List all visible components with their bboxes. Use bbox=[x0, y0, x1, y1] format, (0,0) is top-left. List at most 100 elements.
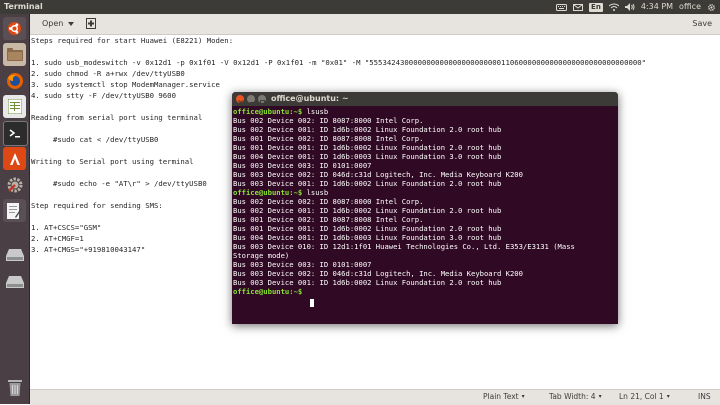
document-line: #sudo echo -e "AT\r" > /dev/ttyUSB0 bbox=[31, 179, 207, 188]
terminal-titlebar[interactable]: office@ubuntu: ~ bbox=[232, 92, 618, 106]
editor-header-bar: Open Save bbox=[30, 14, 720, 35]
terminal-line-text: Bus 003 Device 010: ID 12d1:1f01 Huawei … bbox=[233, 242, 575, 251]
document-line: 1. AT+CSCS="GSM" bbox=[31, 223, 102, 232]
document-line: 3. AT+CMGS="+919810043147" bbox=[31, 245, 146, 254]
terminal-line-text: Bus 003 Device 002: ID 046d:c31d Logitec… bbox=[233, 269, 523, 278]
document-line: 2. AT+CMGF=1 bbox=[31, 234, 84, 243]
terminal-line: office@ubuntu:~$ lsusb bbox=[233, 107, 328, 116]
cursor-position[interactable]: Ln 21, Col 1 ▾ bbox=[619, 390, 670, 404]
language-selector[interactable]: Plain Text ▾ bbox=[483, 390, 525, 404]
trash-icon[interactable] bbox=[3, 376, 26, 399]
terminal-line: Bus 002 Device 002: ID 8087:8000 Intel C… bbox=[233, 197, 423, 206]
terminal-line-text: Bus 003 Device 001: ID 1d6b:0002 Linux F… bbox=[233, 278, 502, 287]
document-line: 2. sudo chmod -R a+rwx /dev/ttyUSB0 bbox=[31, 69, 185, 78]
terminal-line: Bus 003 Device 002: ID 046d:c31d Logitec… bbox=[233, 170, 523, 179]
dash-home-icon[interactable] bbox=[3, 17, 26, 40]
firefox-icon[interactable] bbox=[3, 69, 26, 92]
terminal-line: Bus 003 Device 001: ID 1d6b:0002 Linux F… bbox=[233, 179, 501, 188]
tab-width-selector[interactable]: Tab Width: 4 ▾ bbox=[549, 390, 602, 404]
clock[interactable]: 4:34 PM bbox=[641, 0, 673, 14]
drive-icon[interactable] bbox=[3, 270, 26, 293]
terminal-line: Bus 002 Device 001: ID 1d6b:0002 Linux F… bbox=[233, 206, 501, 215]
files-icon[interactable] bbox=[3, 43, 26, 66]
terminal-line-text: Bus 003 Device 003: ID 0101:0007 bbox=[233, 161, 372, 170]
document-line: 3. sudo systemctl stop ModemManager.serv… bbox=[31, 80, 220, 89]
document-line: Writing to Serial port using terminal bbox=[31, 157, 194, 166]
terminal-line: Bus 002 Device 001: ID 1d6b:0002 Linux F… bbox=[233, 125, 501, 134]
chevron-down-icon: ▾ bbox=[598, 393, 602, 400]
terminal-line: Bus 001 Device 001: ID 1d6b:0002 Linux F… bbox=[233, 143, 501, 152]
document-line: Reading from serial port using terminal bbox=[31, 113, 203, 122]
terminal-line-text: Bus 002 Device 001: ID 1d6b:0002 Linux F… bbox=[233, 125, 502, 134]
shell-prompt: office@ubuntu:~$ bbox=[233, 287, 303, 296]
text-editor-icon[interactable] bbox=[3, 199, 26, 222]
insert-mode-indicator: INS bbox=[698, 392, 711, 401]
document-line: Step required for sending SMS: bbox=[31, 201, 163, 210]
new-document-icon bbox=[86, 14, 96, 33]
input-language-indicator[interactable]: En bbox=[589, 0, 603, 14]
terminal-output[interactable]: office@ubuntu:~$ lsusb Bus 002 Device 002… bbox=[232, 106, 618, 324]
terminal-line-text: Bus 003 Device 003: ID 0101:0007 bbox=[233, 260, 372, 269]
system-settings-icon[interactable] bbox=[3, 173, 26, 196]
terminal-line: Bus 003 Device 003: ID 0101:0007 bbox=[233, 161, 371, 170]
terminal-line-text: Bus 002 Device 002: ID 8087:8000 Intel C… bbox=[233, 197, 424, 206]
editor-status-bar: Plain Text ▾ Tab Width: 4 ▾ Ln 21, Col 1… bbox=[30, 389, 720, 405]
document-line: 1. sudo usb_modeswitch -v 0x12d1 -p 0x1f… bbox=[31, 58, 647, 67]
volume-icon[interactable] bbox=[624, 0, 635, 14]
language-label: Plain Text bbox=[483, 392, 519, 401]
terminal-line: Bus 003 Device 003: ID 0101:0007 bbox=[233, 260, 371, 269]
document-line: #sudo cat < /dev/ttyUSB0 bbox=[31, 135, 159, 144]
wifi-icon[interactable] bbox=[608, 0, 619, 14]
close-button[interactable] bbox=[236, 95, 244, 105]
terminal-line: Bus 004 Device 001: ID 1d6b:0003 Linux F… bbox=[233, 152, 501, 161]
document-line: Steps required for start Huawei (E8221) … bbox=[31, 36, 234, 45]
terminal-line-text: Bus 001 Device 002: ID 8087:8008 Intel C… bbox=[233, 215, 424, 224]
terminal-line-text: Bus 001 Device 001: ID 1d6b:0002 Linux F… bbox=[233, 224, 502, 233]
terminal-line: Bus 003 Device 010: ID 12d1:1f01 Huawei … bbox=[233, 242, 575, 251]
terminal-line-text: lsusb bbox=[302, 107, 329, 116]
terminal-line-text: Bus 004 Device 001: ID 1d6b:0003 Linux F… bbox=[233, 233, 502, 242]
terminal-line-text: Bus 003 Device 002: ID 046d:c31d Logitec… bbox=[233, 170, 523, 179]
terminal-title: office@ubuntu: ~ bbox=[271, 94, 349, 103]
mail-icon[interactable] bbox=[573, 0, 584, 14]
open-button-label: Open bbox=[42, 19, 64, 28]
save-button[interactable]: Save bbox=[692, 16, 712, 31]
libreoffice-calc-icon[interactable] bbox=[3, 95, 26, 118]
terminal-line: office@ubuntu:~$ lsusb bbox=[233, 188, 328, 197]
unity-launcher bbox=[0, 14, 30, 404]
active-window-title: Terminal bbox=[4, 2, 43, 11]
terminal-window[interactable]: office@ubuntu: ~ office@ubuntu:~$ lsusb B… bbox=[232, 92, 618, 324]
terminal-line-text: Bus 002 Device 001: ID 1d6b:0002 Linux F… bbox=[233, 206, 502, 215]
terminal-line-text: Bus 001 Device 002: ID 8087:8008 Intel C… bbox=[233, 134, 424, 143]
terminal-line: Bus 003 Device 001: ID 1d6b:0002 Linux F… bbox=[233, 278, 501, 287]
text-cursor bbox=[310, 299, 314, 307]
document-line: 4. sudo stty -F /dev/ttyUSB0 9600 bbox=[31, 91, 176, 100]
keyboard-icon[interactable] bbox=[556, 0, 568, 14]
app-store-icon[interactable] bbox=[3, 147, 26, 170]
user-name[interactable]: office bbox=[679, 0, 701, 14]
tab-width-label: Tab Width: 4 bbox=[549, 392, 596, 401]
shell-prompt: office@ubuntu:~$ bbox=[233, 107, 303, 116]
terminal-line-text: Bus 003 Device 001: ID 1d6b:0002 Linux F… bbox=[233, 179, 502, 188]
terminal-line: Storage mode) bbox=[233, 251, 289, 260]
top-panel: Terminal En 4:34 PM office bbox=[0, 0, 720, 14]
terminal-icon[interactable] bbox=[3, 121, 28, 146]
input-language-label: En bbox=[589, 2, 603, 12]
chevron-down-icon: ▾ bbox=[521, 393, 525, 400]
terminal-line: Bus 004 Device 001: ID 1d6b:0003 Linux F… bbox=[233, 233, 501, 242]
maximize-button[interactable] bbox=[258, 95, 266, 105]
terminal-line: Bus 001 Device 001: ID 1d6b:0002 Linux F… bbox=[233, 224, 501, 233]
terminal-line: office@ubuntu:~$ bbox=[233, 287, 302, 296]
drive-icon[interactable] bbox=[3, 243, 26, 266]
terminal-line-text: Bus 001 Device 001: ID 1d6b:0002 Linux F… bbox=[233, 143, 502, 152]
terminal-line: Bus 002 Device 002: ID 8087:8000 Intel C… bbox=[233, 116, 423, 125]
terminal-line-text: lsusb bbox=[302, 188, 329, 197]
open-button[interactable]: Open bbox=[37, 16, 79, 31]
chevron-down-icon bbox=[68, 16, 75, 31]
new-tab-button[interactable] bbox=[83, 16, 99, 31]
settings-gear-icon[interactable] bbox=[707, 0, 716, 14]
terminal-line: Bus 001 Device 002: ID 8087:8008 Intel C… bbox=[233, 134, 423, 143]
cursor-position-label: Ln 21, Col 1 bbox=[619, 392, 664, 401]
shell-prompt: office@ubuntu:~$ bbox=[233, 188, 303, 197]
minimize-button[interactable] bbox=[247, 95, 255, 103]
